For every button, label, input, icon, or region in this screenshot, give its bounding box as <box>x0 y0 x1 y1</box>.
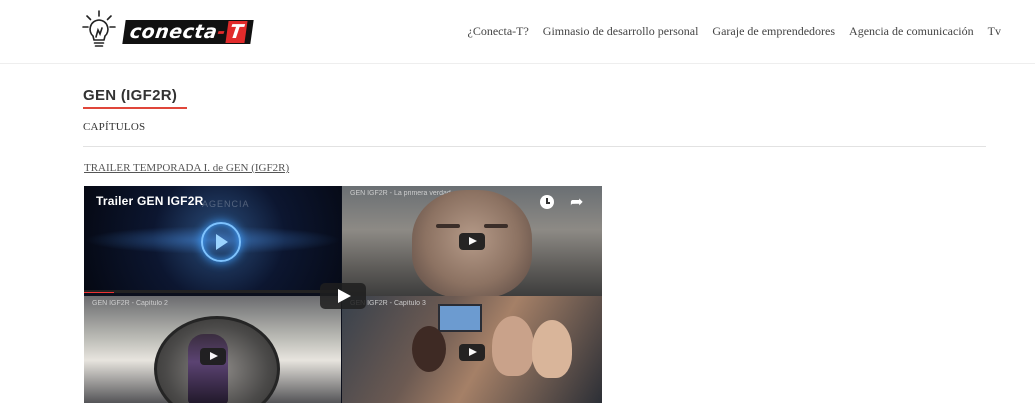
video-player[interactable]: Trailer GEN IGF2R AGENCIA GEN IGF2R - La… <box>84 186 602 403</box>
clock-icon[interactable] <box>540 195 554 209</box>
person-thumbnail <box>412 326 446 372</box>
nav-item-gimnasio[interactable]: Gimnasio de desarrollo personal <box>543 24 699 39</box>
section-subheading: CAPÍTULOS <box>83 121 146 133</box>
play-icon[interactable] <box>200 348 226 365</box>
main-play-button[interactable] <box>320 283 366 309</box>
nav-item-tv[interactable]: Tv <box>988 24 1001 39</box>
video-tile-chapter-3[interactable]: GEN IGF2R - Capítulo 3 <box>342 296 602 403</box>
title-underline <box>83 107 187 109</box>
nav-item-garaje[interactable]: Garaje de emprendedores <box>712 24 835 39</box>
bulb-logo-icon <box>82 10 116 47</box>
person-thumbnail <box>492 316 534 376</box>
content-divider <box>83 146 986 147</box>
main-nav: ¿Conecta-T? Gimnasio de desarrollo perso… <box>468 24 1002 39</box>
play-icon[interactable] <box>459 344 485 361</box>
site-header: conecta-T ¿Conecta-T? Gimnasio de desarr… <box>0 0 1035 62</box>
nav-item-agencia[interactable]: Agencia de comunicación <box>849 24 974 39</box>
video-watermark: AGENCIA <box>202 199 250 209</box>
video-tile-chapter-1[interactable]: GEN IGF2R - La primera verdad ➦ <box>342 186 602 296</box>
header-divider <box>0 63 1035 64</box>
progress-bar[interactable] <box>84 290 341 293</box>
video-tile-chapter-2[interactable]: GEN IGF2R - Capítulo 2 <box>84 296 341 403</box>
logo-text: conecta-T <box>122 20 254 44</box>
nav-item-conecta-t[interactable]: ¿Conecta-T? <box>468 24 529 39</box>
person-thumbnail <box>188 334 228 403</box>
logo[interactable]: conecta-T <box>82 10 254 50</box>
video-title: GEN IGF2R - La primera verdad <box>350 190 451 197</box>
play-icon[interactable] <box>201 222 241 262</box>
video-tile-trailer[interactable]: Trailer GEN IGF2R AGENCIA <box>84 186 341 293</box>
video-title: Trailer GEN IGF2R <box>96 194 204 208</box>
page-title: GEN (IGF2R) <box>83 87 178 104</box>
screen-thumbnail <box>438 304 482 332</box>
person-thumbnail <box>532 320 572 378</box>
trailer-link[interactable]: TRAILER TEMPORADA I. de GEN (IGF2R) <box>84 162 289 174</box>
share-icon[interactable]: ➦ <box>570 192 583 211</box>
play-icon[interactable] <box>459 233 485 250</box>
video-title: GEN IGF2R - Capítulo 2 <box>92 300 168 307</box>
